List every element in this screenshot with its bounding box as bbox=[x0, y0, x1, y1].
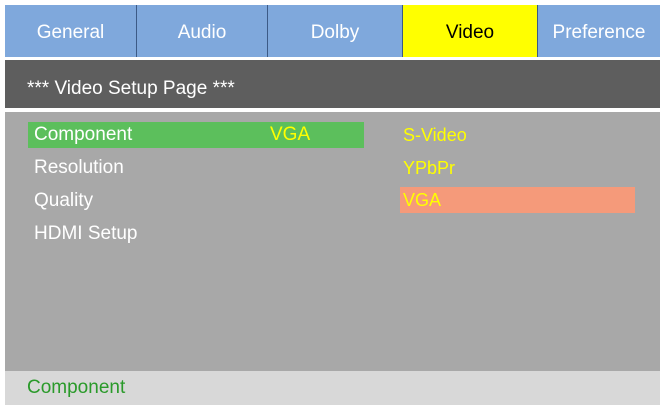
menu-item-component[interactable]: Component VGA bbox=[28, 122, 364, 148]
video-setup-osd: General Audio Dolby Video Preference ***… bbox=[5, 5, 660, 405]
menu-item-hdmi-setup[interactable]: HDMI Setup bbox=[28, 221, 137, 247]
option-vga[interactable]: VGA bbox=[400, 187, 635, 213]
menu-item-resolution[interactable]: Resolution bbox=[28, 155, 124, 181]
menu-item-quality[interactable]: Quality bbox=[28, 188, 93, 214]
tab-general[interactable]: General bbox=[5, 5, 137, 57]
option-ypbpr[interactable]: YPbPr bbox=[400, 155, 635, 181]
menu-item-label: Quality bbox=[34, 190, 94, 211]
tab-preference[interactable]: Preference bbox=[538, 5, 660, 57]
option-s-video[interactable]: S-Video bbox=[400, 122, 635, 148]
page-title: *** Video Setup Page *** bbox=[5, 60, 660, 112]
tab-audio[interactable]: Audio bbox=[137, 5, 268, 57]
tab-bar: General Audio Dolby Video Preference bbox=[5, 5, 660, 60]
menu-item-label: HDMI Setup bbox=[34, 223, 138, 244]
menu-item-label: Component bbox=[34, 124, 133, 145]
tab-video[interactable]: Video bbox=[403, 5, 538, 57]
status-bar: Component bbox=[5, 371, 660, 405]
menu-item-label: Resolution bbox=[34, 157, 124, 178]
menu-item-value: VGA bbox=[270, 124, 311, 145]
tab-dolby[interactable]: Dolby bbox=[268, 5, 403, 57]
